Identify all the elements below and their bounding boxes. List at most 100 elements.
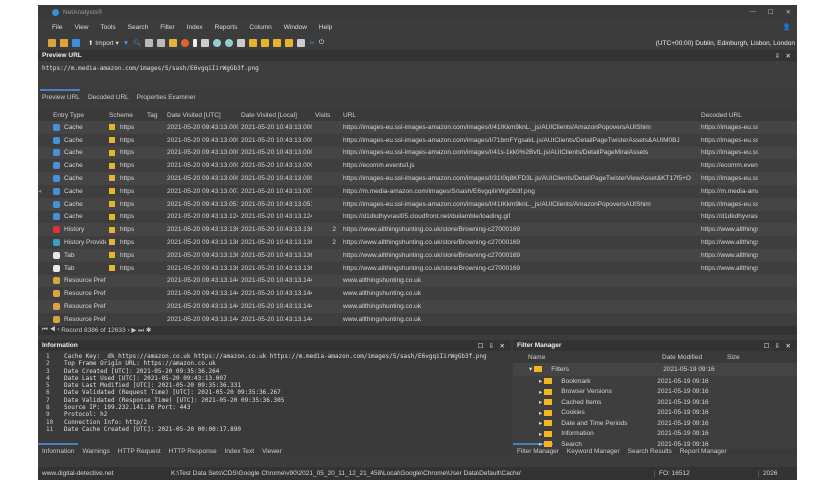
menu-filter[interactable]: Filter [160,24,174,35]
filter-tree-root[interactable]: ▾ Filters 2021-05-19 09:16 [513,363,797,376]
folder-export-icon[interactable] [261,39,270,47]
bookmark-icon[interactable] [193,39,198,47]
table-row[interactable]: Cache https 2021-05-20 09:43:13.000 2021-05… [38,121,797,134]
expand-icon[interactable]: ▸ [539,388,542,396]
filter-icon[interactable]: ▼ [123,40,129,47]
table-row[interactable]: Tab https 2021-05-20 09:43:13.136 2021-05-2… [38,261,797,275]
expand-icon[interactable]: ▾ [529,365,532,373]
filter-tree-item[interactable]: ▸ Cookies 2021-05-19 09:16 [513,407,797,418]
open-folder-icon[interactable] [60,39,68,47]
table-row[interactable]: Cache https 2021-05-20 09:43:13.000 2021-05… [38,146,797,160]
table-row[interactable]: Cache https 2021-05-20 09:43:13.051 2021-05… [38,197,797,211]
tab-http-request[interactable]: HTTP Request [118,448,161,455]
expand-icon[interactable]: ▸ [539,377,542,385]
column-entry-type[interactable]: Entry Type [50,112,106,119]
folder-icon[interactable] [273,39,282,47]
tab-decoded-url[interactable]: Decoded URL [88,94,129,101]
menu-help[interactable]: Help [319,24,332,35]
column-size[interactable]: Size [724,354,740,361]
table-row[interactable]: Cache https 2021-05-20 09:43:13.000 2021-05… [38,159,797,173]
power-icon[interactable]: ⏻ [319,39,324,47]
column-date-visited-utc-[interactable]: Date Visited [UTC] [164,112,238,119]
user-icon[interactable]: 👤 [783,23,791,31]
expand-icon[interactable]: ▸ [539,430,542,438]
filter-tree-item[interactable]: ▸ Date and Time Periods 2021-05-19 09:16 [513,417,797,429]
menu-window[interactable]: Window [284,24,307,35]
tab-index-text[interactable]: Index Text [225,448,255,455]
table-row[interactable]: Resource Pref... 2021-05-20 09:43:13.1442… [38,274,797,288]
menu-view[interactable]: View [74,24,88,35]
app-title: NetAnalysis® [63,9,103,17]
tab-report-manager[interactable]: Report Manager [680,448,727,455]
tools-icon[interactable]: ✂ [309,39,314,47]
timezone-label: (UTC+00:00) Dublin, Edinburgh, Lisbon, L… [655,39,795,47]
expand-icon[interactable]: ▸ [539,419,542,427]
table-row[interactable]: Resource Pref... 2021-05-20 09:43:13.1442… [38,287,797,301]
tab-http-response[interactable]: HTTP Response [169,448,217,455]
tab-filter-manager[interactable]: Filter Manager [517,448,559,455]
column-date-visited-local-[interactable]: Date Visited [Local] [238,112,312,119]
open-icon[interactable] [48,39,56,47]
copy-icon[interactable] [237,39,246,47]
maximize-button[interactable]: ☐ [768,8,774,16]
import-button[interactable]: ⬆ Import ▾ [88,39,119,47]
line-number: 3 [46,367,50,375]
table-row[interactable]: History https 2021-05-20 09:43:13.136 2021-… [38,223,797,237]
record-icon[interactable] [181,39,190,47]
filter-tree-item[interactable]: ▸ Browser Versions 2021-05-19 09:16 [513,386,797,397]
column-decoded-url[interactable]: Decoded URL [698,112,758,119]
close-button[interactable]: ✕ [786,8,791,16]
menu-file[interactable]: File [52,24,62,35]
web-icon[interactable] [225,39,234,47]
filter-tree-item[interactable]: ▸ Cached Items 2021-05-19 09:16 [513,396,797,408]
folder-edit-icon[interactable] [285,39,294,47]
tab-warnings[interactable]: Warnings [83,448,110,455]
menu-column[interactable]: Column [249,24,271,35]
tab-properties-examiner[interactable]: Properties Examiner [137,94,196,101]
menu-index[interactable]: Index [187,24,203,35]
column-tag[interactable]: Tag [144,112,164,119]
import-label: Import [95,40,114,47]
menu-reports[interactable]: Reports [215,24,238,35]
nav-buttons[interactable]: ⏮ ◀ ‹ [38,326,59,334]
tab-preview-url[interactable]: Preview URL [42,94,80,101]
table-row[interactable]: Cache https 2021-05-20 09:43:13.124 2021-05… [38,210,797,224]
tab-search-results[interactable]: Search Results [628,448,672,455]
column-date-modified[interactable]: Date Modified [659,354,724,361]
expand-icon[interactable]: ▸ [539,398,542,406]
tab-viewer[interactable]: Viewer [262,448,282,455]
filter-tree-item[interactable]: ▸ Bookmark 2021-05-19 09:16 [513,375,797,387]
grid-icon[interactable] [157,39,166,47]
table-row[interactable]: Resource Pref... 2021-05-20 09:43:13.1442… [38,312,797,326]
check-icon[interactable] [297,39,306,47]
table-row[interactable]: Tab https 2021-05-20 09:43:13.136 2021-05-2… [38,248,797,262]
expand-icon[interactable]: ▸ [539,440,542,448]
column-name[interactable]: Name [525,354,659,361]
filter-tree-item[interactable]: ▸ Information 2021-05-19 09:16 [513,428,797,439]
table-row[interactable]: ◂ Cache https 2021-05-20 09:43:13.007 2021-0… [38,184,797,198]
image-icon[interactable] [249,39,258,47]
table-icon[interactable] [145,39,154,47]
save-icon[interactable] [72,39,80,47]
calendar-icon[interactable] [169,39,178,47]
nav-next-buttons[interactable]: › ▶ ⏭ ✱ [127,326,151,335]
expand-icon[interactable]: ▸ [539,409,542,417]
table-row[interactable]: Cache https 2021-05-20 09:43:13.000 2021-05… [38,133,797,147]
table-row[interactable]: Resource Pref... 2021-05-20 09:43:13.1442… [38,300,797,313]
column-url[interactable]: URL [340,112,698,119]
information-text[interactable]: 1 Cache Key: _dk_https://amazon.co.uk htt… [38,351,511,443]
menu-tools[interactable]: Tools [100,24,115,35]
table-row[interactable]: Cache https 2021-05-20 09:43:13.000 2021-05… [38,172,797,185]
search-icon[interactable]: 🔍︎ [133,39,141,47]
preview-url-text[interactable]: https://m.media-amazon.com/images/S/sash… [38,61,797,89]
tab-keyword-manager[interactable]: Keyword Manager [567,448,620,455]
column-scheme[interactable]: Scheme [106,112,144,119]
tab-information[interactable]: Information [42,448,75,455]
menu-search[interactable]: Search [128,24,149,35]
link-icon[interactable] [201,39,210,47]
table-row[interactable]: History Provider https 2021-05-20 09:43:13… [38,236,797,249]
minimize-button[interactable]: — [749,8,756,16]
status-website[interactable]: www.digital-detective.net [38,470,171,477]
column-visits[interactable]: Visits [312,112,340,119]
globe-icon[interactable] [213,39,222,47]
